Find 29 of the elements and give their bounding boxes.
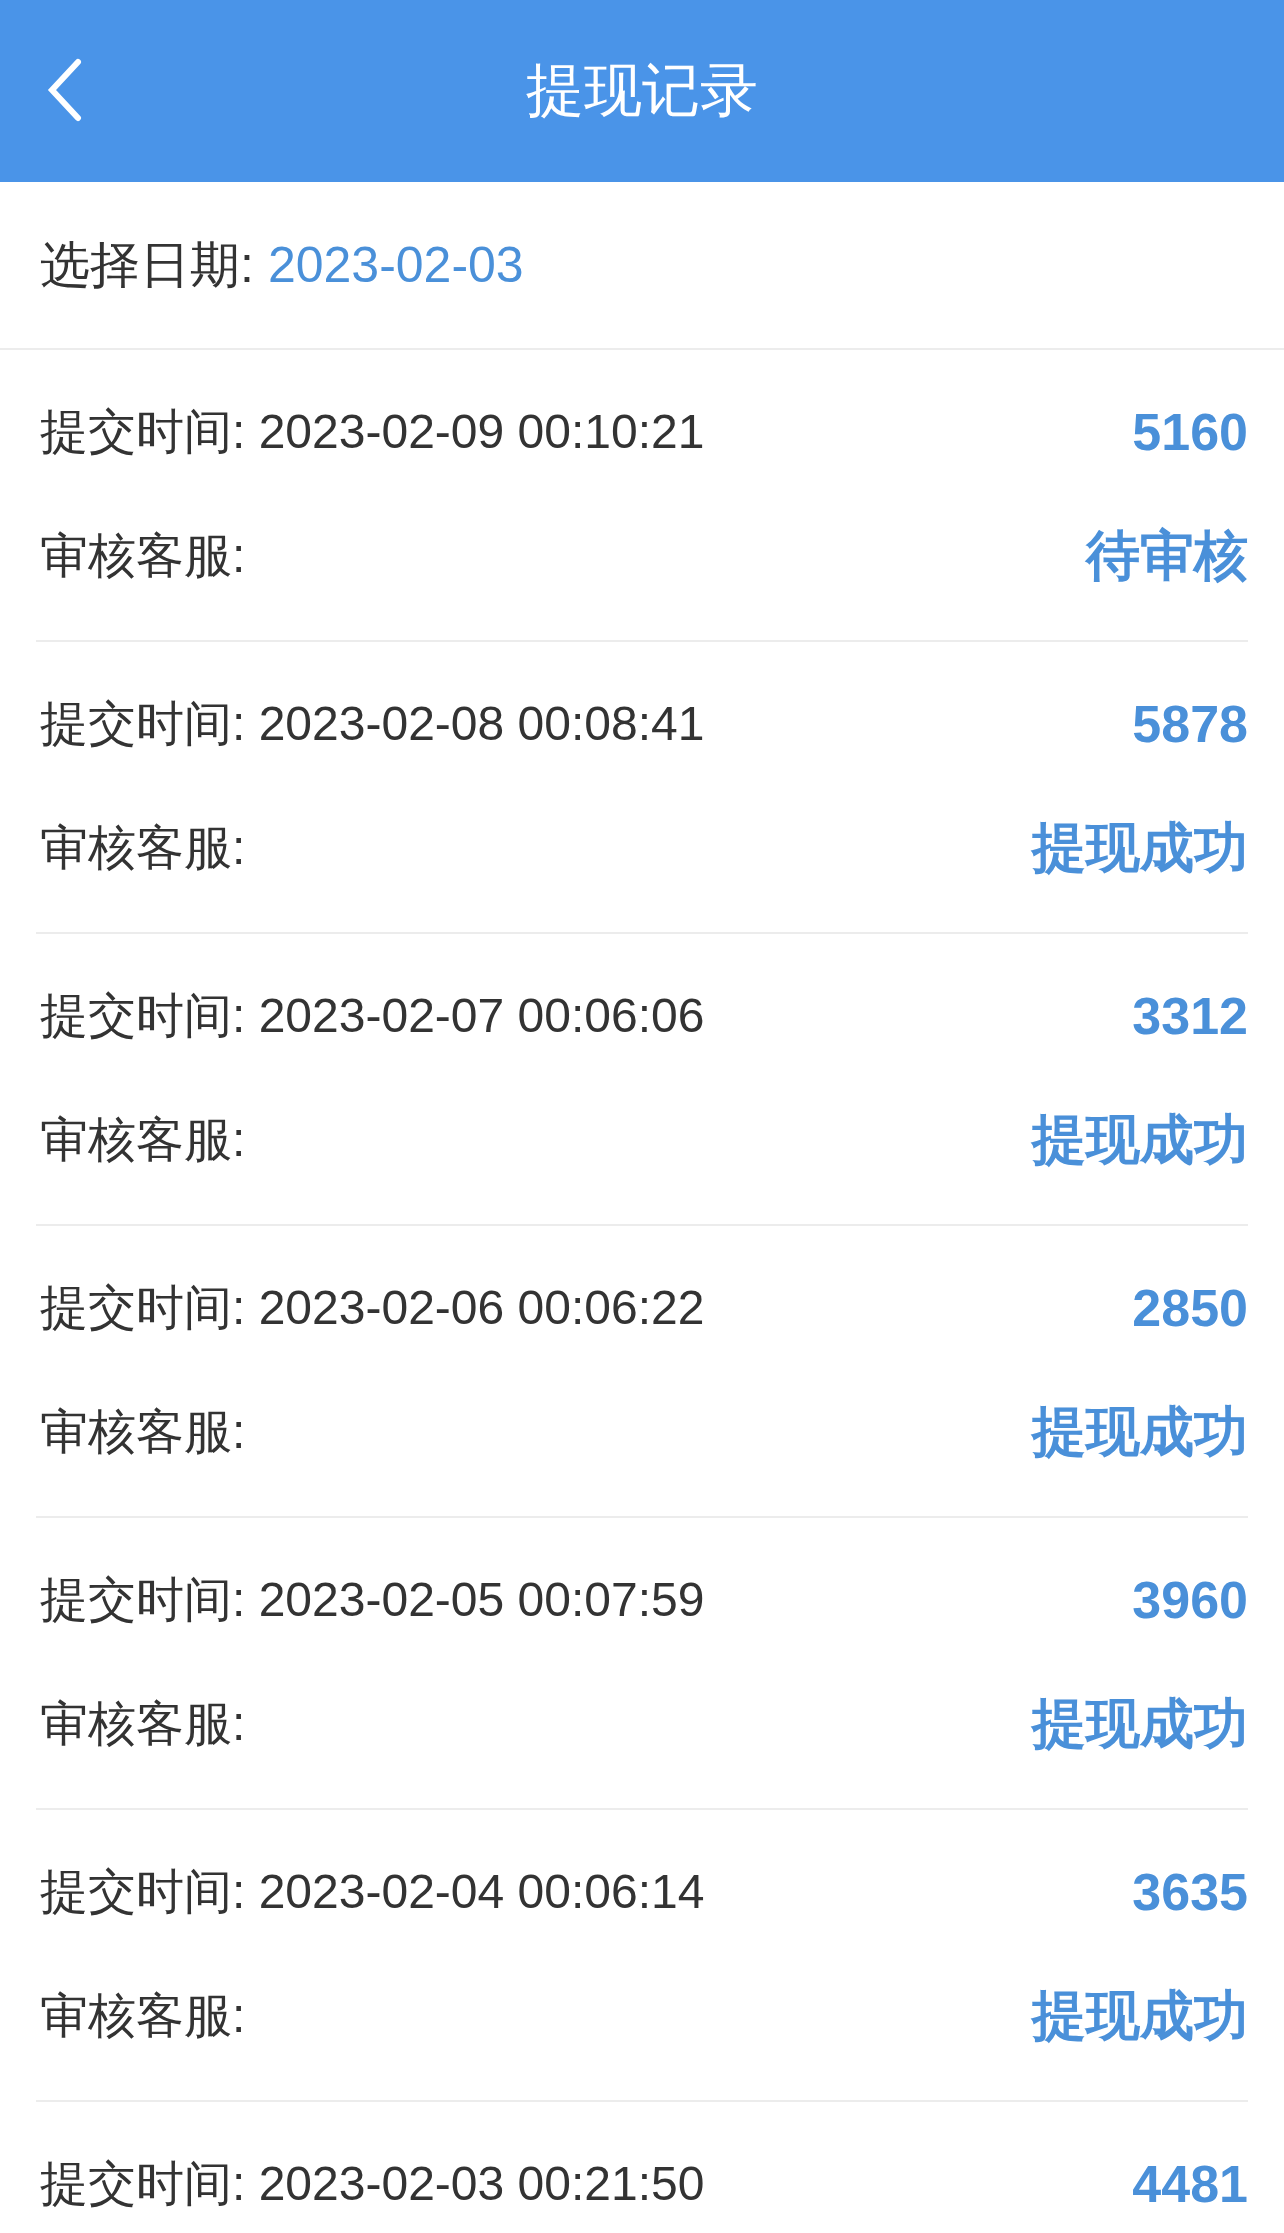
reviewer-label: 审核客服: (39, 1696, 246, 1752)
status-label: 提现成功 (1032, 1107, 1248, 1171)
amount: 3312 (1132, 986, 1248, 1046)
submit-time: 提交时间: 2023-02-08 00:08:41 (39, 696, 705, 752)
status-label: 提现成功 (1032, 1983, 1248, 2047)
submit-time: 提交时间: 2023-02-06 00:06:22 (39, 1280, 705, 1336)
status-label: 提现成功 (1032, 815, 1248, 879)
submit-time: 提交时间: 2023-02-05 00:07:59 (39, 1572, 705, 1628)
status-label: 提现成功 (1032, 1399, 1248, 1463)
submit-time: 提交时间: 2023-02-07 00:06:06 (39, 988, 705, 1044)
reviewer-label: 审核客服: (39, 820, 246, 876)
reviewer-label: 审核客服: (39, 1988, 246, 2044)
amount: 5160 (1132, 402, 1248, 462)
amount: 3960 (1132, 1570, 1248, 1630)
amount: 5878 (1132, 694, 1248, 754)
status-label: 提现成功 (1032, 1691, 1248, 1755)
date-label: 选择日期: (40, 235, 254, 295)
submit-time: 提交时间: 2023-02-03 00:21:50 (39, 2156, 705, 2212)
amount: 2850 (1132, 1278, 1248, 1338)
page-title: 提现记录 (526, 56, 758, 124)
status-label: 待审核 (1086, 523, 1248, 587)
amount: 4481 (1132, 2154, 1248, 2214)
reviewer-label: 审核客服: (39, 528, 246, 584)
date-value[interactable]: 2023-02-03 (267, 236, 524, 294)
submit-time: 提交时间: 2023-02-09 00:10:21 (39, 404, 705, 460)
amount: 3635 (1132, 1862, 1248, 1922)
reviewer-label: 审核客服: (39, 1112, 246, 1168)
reviewer-label: 审核客服: (39, 1404, 246, 1460)
submit-time: 提交时间: 2023-02-04 00:06:14 (39, 1864, 705, 1920)
